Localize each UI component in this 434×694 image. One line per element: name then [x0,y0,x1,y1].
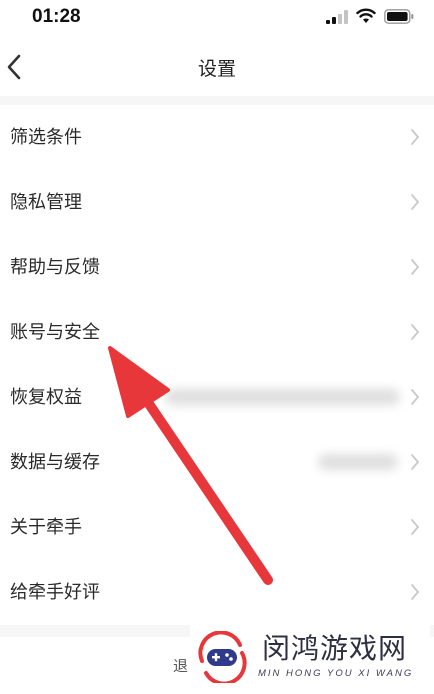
chevron-right-icon [411,584,420,600]
section-divider-top [0,96,434,105]
settings-item-help-feedback[interactable]: 帮助与反馈 [0,235,434,300]
settings-item-restore-benefits[interactable]: 恢复权益 [0,365,434,430]
chevron-right-icon [411,194,420,210]
settings-item-label: 恢复权益 [10,387,82,408]
status-bar: 01:28 [0,0,434,34]
gamepad-logo-icon [198,631,247,683]
settings-list: 筛选条件 隐私管理 帮助与反馈 账号与安全 恢复权益 数据与缓存 关于牵手 给牵… [0,105,434,625]
settings-item-label: 隐私管理 [10,192,82,213]
signal-icon [326,10,348,24]
settings-item-label: 给牵手好评 [10,582,100,603]
settings-item-label: 筛选条件 [10,127,82,148]
chevron-right-icon [411,259,420,275]
settings-item-filter[interactable]: 筛选条件 [0,105,434,170]
settings-item-about[interactable]: 关于牵手 [0,495,434,560]
settings-item-label: 账号与安全 [10,322,100,343]
settings-item-label: 数据与缓存 [10,452,100,473]
settings-item-label: 帮助与反馈 [10,257,100,278]
nav-bar: 设置 [0,34,434,96]
watermark: 闵鸿游戏网 MIN HONG YOU XI WANG [190,625,430,689]
wifi-icon [356,8,376,23]
watermark-subtitle: MIN HONG YOU XI WANG [258,668,414,679]
blurred-value [318,454,398,470]
chevron-right-icon [411,324,420,340]
page-title: 设置 [197,58,236,80]
settings-item-data-cache[interactable]: 数据与缓存 [0,430,434,495]
watermark-title: 闵鸿游戏网 [262,632,408,665]
chevron-right-icon [411,519,420,535]
chevron-right-icon [411,129,420,145]
chevron-right-icon [411,454,420,470]
chevron-right-icon [411,389,420,405]
settings-item-rate-app[interactable]: 给牵手好评 [0,560,434,625]
logout-button-partial[interactable]: 退 [173,655,188,676]
battery-icon [384,9,414,24]
status-time: 01:28 [32,6,81,27]
blurred-value [165,389,400,405]
settings-item-privacy[interactable]: 隐私管理 [0,170,434,235]
settings-item-account-security[interactable]: 账号与安全 [0,300,434,365]
settings-item-label: 关于牵手 [10,517,82,538]
